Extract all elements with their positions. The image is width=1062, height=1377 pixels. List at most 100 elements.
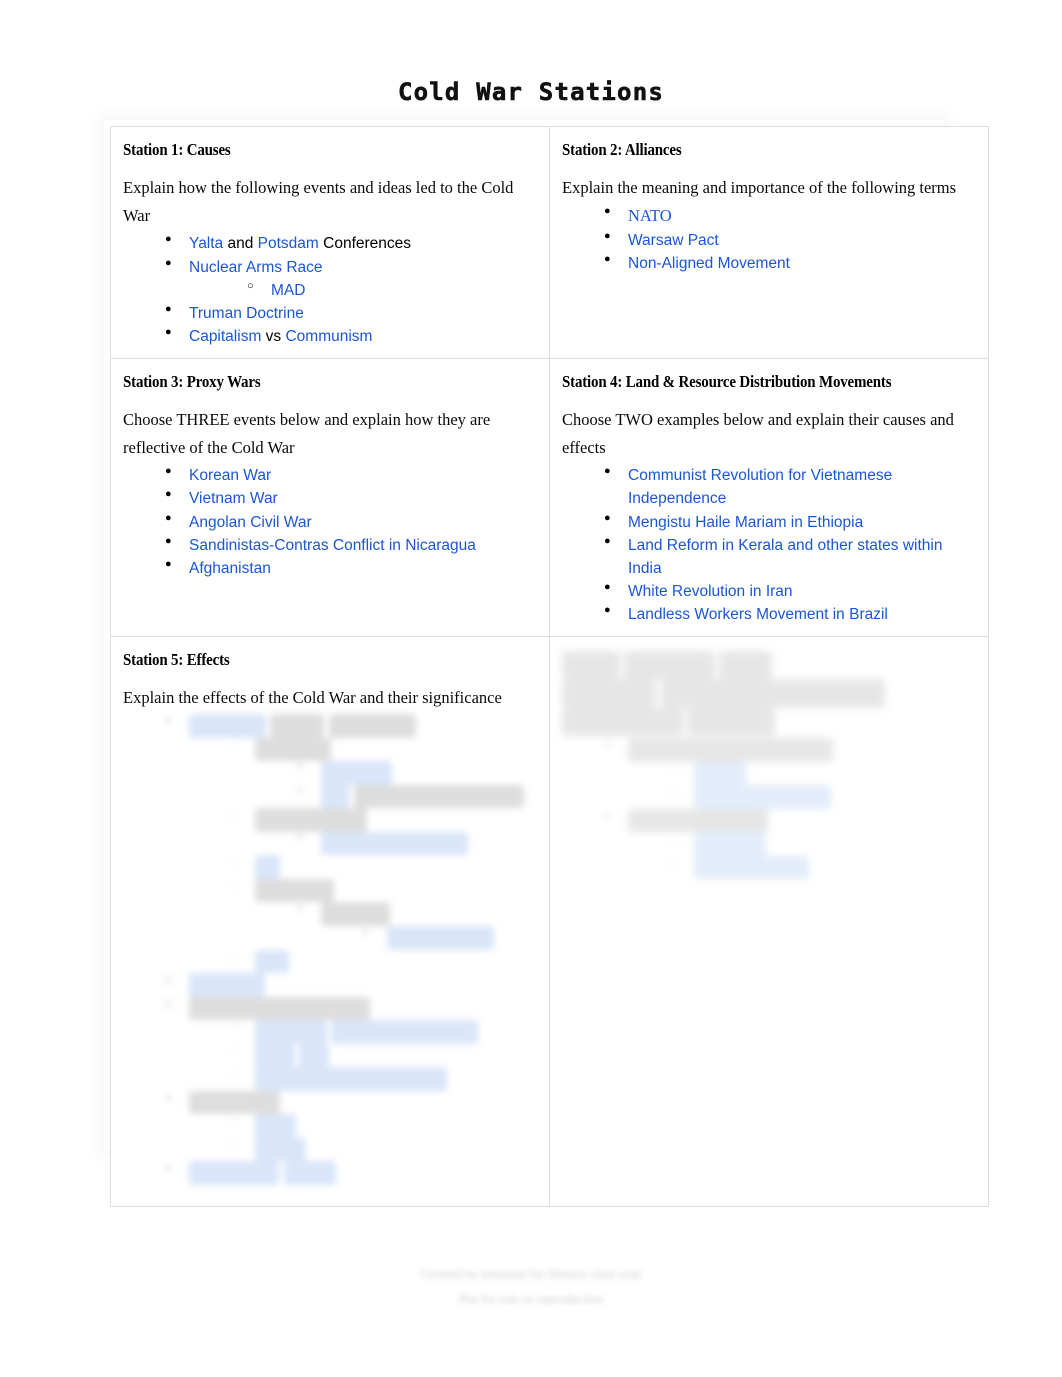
redacted-item: laboris nisi ut aliquip ex ea com modo c… xyxy=(604,808,976,880)
list-item[interactable]: White Revolution in Iran xyxy=(604,579,976,603)
station-heading: Station 3: Proxy Wars xyxy=(123,371,261,391)
link-land-reform-kerala[interactable]: Land Reform in Kerala and other states w… xyxy=(628,537,942,577)
list-item[interactable]: Vietnam War xyxy=(165,486,537,510)
page-title: Cold War Stations xyxy=(397,78,665,107)
redacted-item: iam quis no strud exer citation ullamco xyxy=(231,878,537,950)
link-nuclear-arms-race[interactable]: Nuclear Arms Race xyxy=(189,259,323,276)
list-item[interactable]: MAD xyxy=(247,278,537,302)
station-prompt: Explain the effects of the Cold War and … xyxy=(123,687,502,707)
footer-line-2: Not for sale or reproduction xyxy=(458,1290,604,1306)
station-heading: Station 5: Effects xyxy=(123,650,230,669)
link-warsaw-pact[interactable]: Warsaw Pact xyxy=(628,232,719,249)
station-cell-5-right: Aliquam dolor sit amet cons ect etur adi… xyxy=(549,636,989,1207)
station-5-redacted-list: Lorem ipsu dolor sit amet consec tetur a… xyxy=(123,713,537,1185)
list-item[interactable]: NATO xyxy=(604,203,976,229)
station-3-list: Korean War Vietnam War Angolan Civil War… xyxy=(123,463,537,580)
redacted-item: exercitation ullamco xyxy=(670,784,976,809)
redacted-line: etur adipis elit sed do eiusmod tempor i… xyxy=(562,679,976,708)
station-1-sublist: MAD xyxy=(189,278,537,302)
redacted-item: la paria xyxy=(231,1137,537,1162)
link-potsdam[interactable]: Potsdam xyxy=(258,235,319,252)
redacted-item: equat duis aute irure dolor in rep xyxy=(231,1019,537,1044)
text-conferences: Conferences xyxy=(318,235,412,253)
page-footer: Created by someone for History class yea… xyxy=(0,1262,1062,1311)
redacted-item: iat nul xyxy=(231,1113,537,1138)
list-item[interactable]: Capitalism vs Communism xyxy=(165,324,537,348)
list-item[interactable]: Warsaw Pact xyxy=(604,228,976,252)
link-communism[interactable]: Communism xyxy=(285,328,372,345)
list-item[interactable]: Land Reform in Kerala and other states w… xyxy=(604,533,976,580)
stations-table: Station 1: Causes Explain how the follow… xyxy=(110,126,989,1207)
link-nato[interactable]: NATO xyxy=(628,206,672,225)
station-cell-2: Station 2: Alliances Explain the meaning… xyxy=(549,126,989,359)
link-afghanistan[interactable]: Afghanistan xyxy=(189,560,271,577)
redacted-item: quip ex ea commodo cons equat duis aute … xyxy=(165,996,537,1091)
station-prompt: Explain the meaning and importance of th… xyxy=(562,177,957,197)
table-row: Station 1: Causes Explain how the follow… xyxy=(110,126,989,359)
redacted-item: elit sed do xyxy=(297,760,537,785)
redacted-item: ex ea com xyxy=(670,831,976,856)
list-item[interactable]: Landless Workers Movement in Brazil xyxy=(604,602,976,626)
list-item[interactable]: Angolan Civil War xyxy=(165,510,537,534)
link-truman-doctrine[interactable]: Truman Doctrine xyxy=(189,305,304,322)
redacted-item: strud exer citation ullamco xyxy=(297,901,537,950)
link-mengistu-haile-mariam[interactable]: Mengistu Haile Mariam in Ethiopia xyxy=(628,514,863,531)
redacted-line: Aliquam dolor sit amet cons ect xyxy=(562,651,976,680)
list-item[interactable]: Afghanistan xyxy=(165,556,537,580)
station-cell-3: Station 3: Proxy Wars Choose THREE event… xyxy=(110,357,550,638)
link-communist-revolution-vietnam[interactable]: Communist Revolution for Vietnamese Inde… xyxy=(628,467,892,507)
link-angolan-civil-war[interactable]: Angolan Civil War xyxy=(189,514,312,531)
table-row: Station 3: Proxy Wars Choose THREE event… xyxy=(110,357,989,638)
station-prompt: Explain how the following events and ide… xyxy=(123,177,514,226)
footer-line-1: Created by someone for History class yea… xyxy=(420,1266,642,1281)
redacted-item: in voluptate velit esse cillum xyxy=(231,1066,537,1091)
redacted-item: et dolore magna aliqua ut enim ad min xyxy=(231,807,537,856)
station-5-right-redacted-list: ut enim ad minim veniam quis nostrud exe… xyxy=(562,737,976,880)
redacted-item: ven xyxy=(231,854,537,879)
link-yalta[interactable]: Yalta xyxy=(189,235,223,252)
station-prompt: Choose TWO examples below and explain th… xyxy=(562,409,954,457)
redacted-item: is nisi ut ali xyxy=(165,972,537,997)
station-cell-4: Station 4: Land & Resource Distribution … xyxy=(549,357,989,638)
redacted-item: aliqua ut enim ad min xyxy=(297,831,537,856)
link-korean-war[interactable]: Korean War xyxy=(189,467,271,484)
list-item[interactable]: Non-Aligned Movement xyxy=(604,251,976,275)
link-mad[interactable]: MAD xyxy=(271,282,305,299)
list-item[interactable]: Korean War xyxy=(165,463,537,487)
redacted-item: Lorem ipsu dolor sit amet consec tetur a… xyxy=(165,713,537,974)
station-heading: Station 1: Causes xyxy=(123,140,231,159)
station-cell-1: Station 1: Causes Explain how the follow… xyxy=(110,126,550,359)
station-4-list: Communist Revolution for Vietnamese Inde… xyxy=(562,463,976,626)
link-non-aligned-movement[interactable]: Non-Aligned Movement xyxy=(628,255,790,272)
text-vs: vs xyxy=(261,327,286,345)
redacted-item: citation ullamco xyxy=(363,925,537,950)
list-item[interactable]: Communist Revolution for Vietnamese Inde… xyxy=(604,463,976,510)
list-item[interactable]: Nuclear Arms Race MAD xyxy=(165,255,537,302)
link-landless-workers-brazil[interactable]: Landless Workers Movement in Brazil xyxy=(628,606,888,623)
link-vietnam-war[interactable]: Vietnam War xyxy=(189,490,278,507)
redacted-item: tur excepteur sint occ xyxy=(165,1160,537,1185)
redacted-block: Aliquam dolor sit amet cons ect etur adi… xyxy=(562,651,976,880)
list-item[interactable]: Mengistu Haile Mariam in Ethiopia xyxy=(604,510,976,534)
table-row: Station 5: Effects Explain the effects o… xyxy=(110,636,989,1207)
redacted-item: tetur adipis elit sed do eius tempor inc… xyxy=(231,737,537,809)
link-capitalism[interactable]: Capitalism xyxy=(189,328,261,345)
redacted-item: nostrud xyxy=(670,761,976,786)
redacted-item: labor xyxy=(231,949,537,974)
redacted-item: eius tempor incidunt ut labore xyxy=(297,784,537,809)
redacted-item: dolore eu fug iat nul la paria xyxy=(165,1090,537,1162)
redacted-line: ut labore et dolore magna aliqua xyxy=(562,707,976,737)
link-sandinistas-contras[interactable]: Sandinistas-Contras Conflict in Nicaragu… xyxy=(189,537,476,554)
station-2-list: NATO Warsaw Pact Non-Aligned Movement xyxy=(562,203,976,275)
redacted-item: rehen derit xyxy=(231,1043,537,1068)
list-item[interactable]: Truman Doctrine xyxy=(165,301,537,325)
station-heading: Station 2: Alliances xyxy=(562,140,682,159)
station-cell-5: Station 5: Effects Explain the effects o… xyxy=(110,636,550,1207)
link-white-revolution-iran[interactable]: White Revolution in Iran xyxy=(628,583,793,600)
text-and: and xyxy=(223,235,258,253)
station-1-list: Yalta and Potsdam Conferences Nuclear Ar… xyxy=(123,231,537,348)
list-item[interactable]: Yalta and Potsdam Conferences xyxy=(165,231,537,255)
list-item[interactable]: Sandinistas-Contras Conflict in Nicaragu… xyxy=(165,533,537,557)
station-heading: Station 4: Land & Resource Distribution … xyxy=(562,371,892,391)
redacted-item: modo consequat xyxy=(670,855,976,880)
